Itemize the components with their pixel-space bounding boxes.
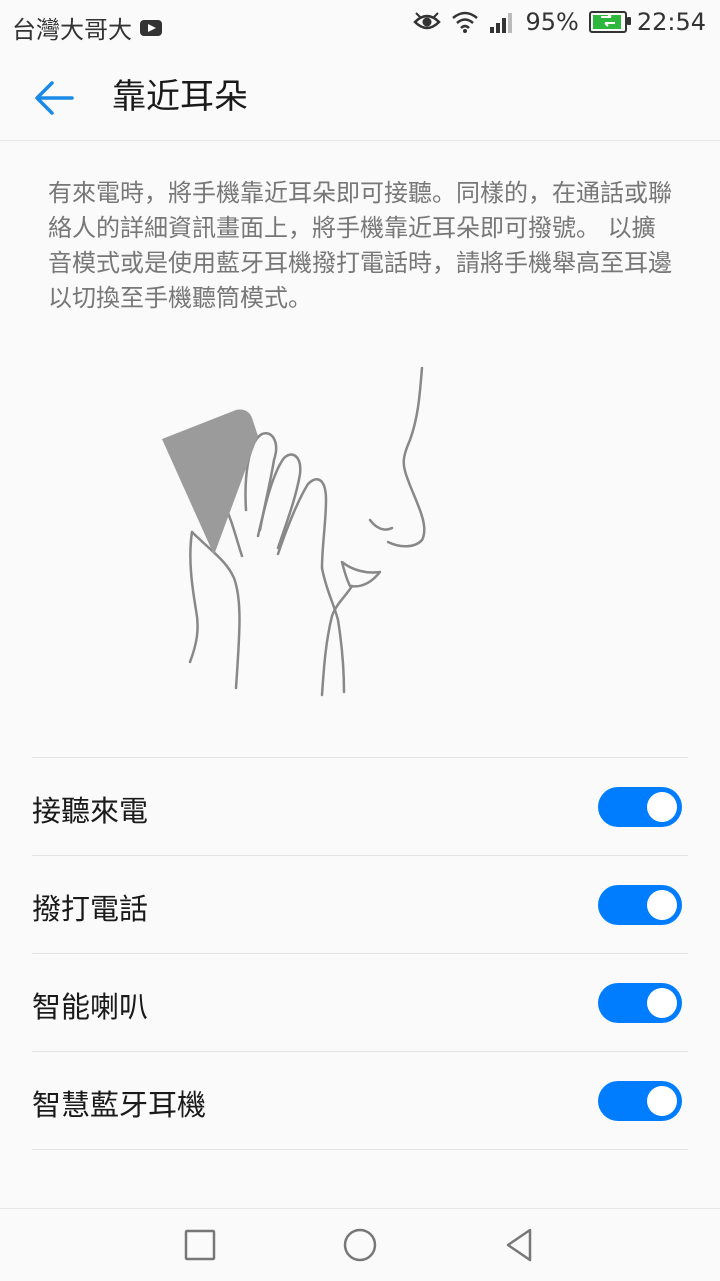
status-bar: 台灣大哥大 95% 22:54 xyxy=(0,0,720,52)
charging-bolt-icon xyxy=(600,13,615,27)
back-triangle-icon[interactable] xyxy=(500,1225,540,1265)
setting-row-answer-calls: 接聽來電 xyxy=(32,757,688,855)
wifi-icon xyxy=(452,11,479,33)
back-button[interactable] xyxy=(26,74,86,122)
page-title: 靠近耳朵 xyxy=(112,77,248,117)
setting-row-make-calls: 撥打電話 xyxy=(32,855,688,953)
clock: 22:54 xyxy=(636,8,706,36)
toggle-knob xyxy=(647,988,677,1018)
answer-calls-toggle[interactable] xyxy=(598,787,682,827)
setting-label: 智能喇叭 xyxy=(32,990,149,1024)
app-bar: 靠近耳朵 xyxy=(0,52,720,140)
setting-label: 接聽來電 xyxy=(32,794,149,828)
back-arrow-icon xyxy=(35,81,74,115)
settings-list: 接聽來電 撥打電話 智能喇叭 智慧藍牙耳機 xyxy=(32,757,688,1150)
home-circle-icon[interactable] xyxy=(340,1225,380,1265)
setting-row-smart-bluetooth-headset: 智慧藍牙耳機 xyxy=(32,1051,688,1150)
phone-to-ear-illustration xyxy=(162,366,426,697)
navigation-bar xyxy=(0,1208,720,1281)
smart-speaker-toggle[interactable] xyxy=(598,983,682,1023)
feature-description: 有來電時，將手機靠近耳朵即可接聽。同樣的，在通話或聯絡人的詳細資訊畫面上，將手機… xyxy=(48,179,672,312)
toggle-knob xyxy=(647,1086,677,1116)
battery-charging-icon xyxy=(588,11,631,33)
status-right: 95% 22:54 xyxy=(413,8,706,36)
battery-percent: 95% xyxy=(525,8,579,36)
setting-row-smart-speaker: 智能喇叭 xyxy=(32,953,688,1051)
status-left: 台灣大哥大 xyxy=(12,10,162,45)
carrier-name: 台灣大哥大 xyxy=(12,16,132,44)
signal-icon xyxy=(490,13,513,33)
youtube-icon xyxy=(140,19,162,36)
setting-label: 智慧藍牙耳機 xyxy=(32,1088,207,1122)
make-calls-toggle[interactable] xyxy=(598,885,682,925)
toggle-knob xyxy=(647,792,677,822)
eye-icon xyxy=(413,12,442,30)
toggle-knob xyxy=(647,890,677,920)
smart-bluetooth-headset-toggle[interactable] xyxy=(598,1081,682,1121)
setting-label: 撥打電話 xyxy=(32,892,149,926)
header-divider xyxy=(0,140,720,141)
recents-square-icon[interactable] xyxy=(180,1225,220,1265)
